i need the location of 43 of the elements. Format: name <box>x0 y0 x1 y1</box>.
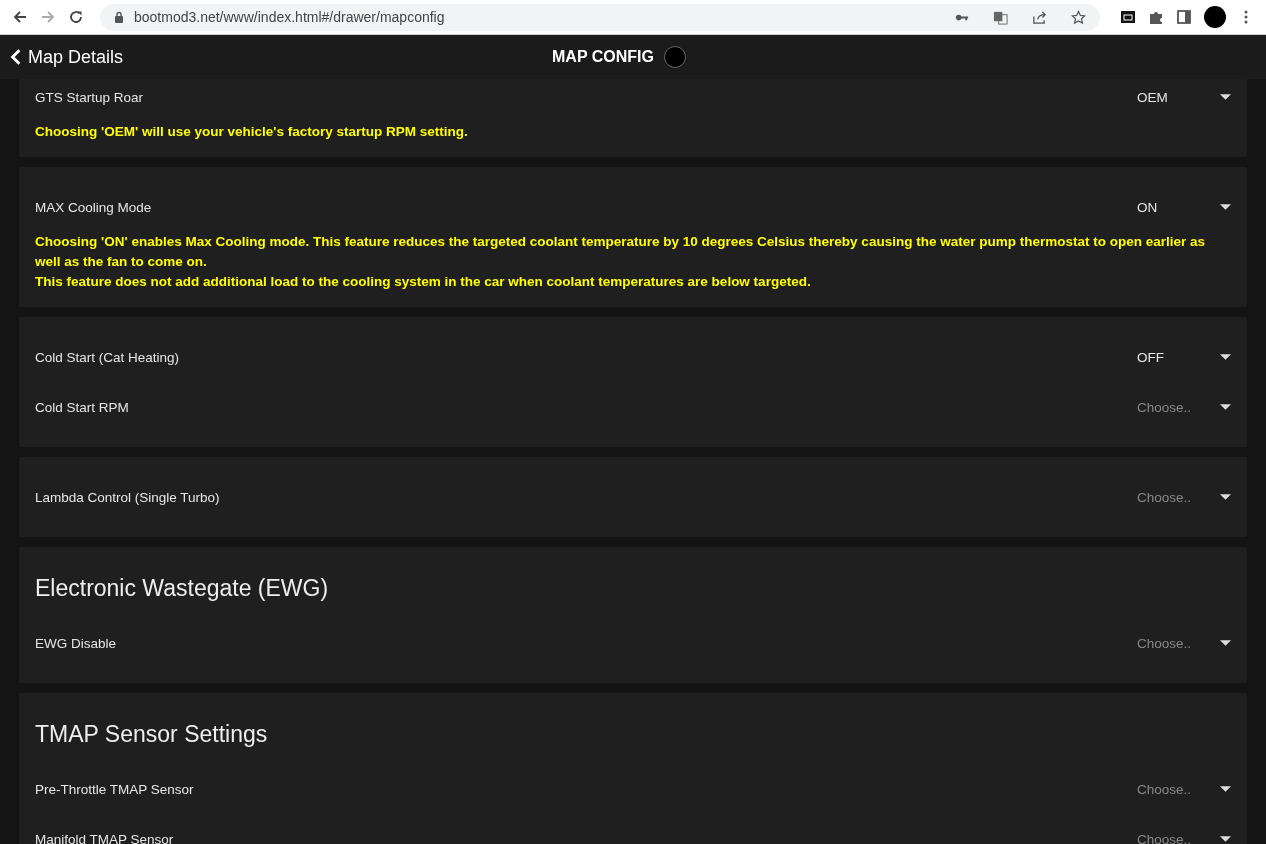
puzzle-icon[interactable] <box>1148 9 1164 25</box>
star-icon[interactable] <box>1071 9 1086 25</box>
side-panel-icon[interactable] <box>1176 9 1192 25</box>
setting-label: Lambda Control (Single Turbo) <box>35 489 220 505</box>
logo-icon <box>663 46 686 68</box>
dropdown[interactable]: Choose.. <box>1137 831 1231 844</box>
back-button[interactable]: Map Details <box>0 46 124 68</box>
note-text: Choosing 'OEM' will use your vehicle's factory startup RPM setting. <box>35 123 469 141</box>
dropdown[interactable]: OEM <box>1137 89 1231 105</box>
caret-icon <box>1220 204 1231 210</box>
note-text: Choosing 'ON' enables Max Cooling mode. This feature reduces the targeted coolant temperature by 10 degrees Celsius thereby causing the water pump thermostat to open earlier as well as the fan to come on. <box>35 233 1206 271</box>
setting-label: Manifold TMAP Sensor <box>35 831 174 844</box>
section-heading: TMAP Sensor Settings <box>35 720 269 749</box>
lock-icon <box>114 11 124 23</box>
setting-label: Cold Start (Cat Heating) <box>35 349 180 365</box>
dropdown[interactable]: OFF <box>1137 349 1231 365</box>
caret-icon <box>1220 494 1231 500</box>
caret-icon <box>1220 640 1231 646</box>
url-text: bootmod3.net/www/index.html#/drawer/mapconfig <box>134 9 445 25</box>
caret-icon <box>1220 354 1231 360</box>
setting-label: MAX Cooling Mode <box>35 199 152 215</box>
page-title: MAP CONFIG <box>552 48 654 66</box>
caret-icon <box>1220 94 1231 100</box>
reload-icon[interactable] <box>68 9 84 25</box>
section-heading: Electronic Wastegate (EWG) <box>35 574 330 603</box>
note-text: This feature does not add additional load to the cooling system in the car when coolant temperatures are below targeted. <box>35 273 812 291</box>
setting-label: Cold Start RPM <box>35 399 129 415</box>
dropdown[interactable]: Choose.. <box>1137 489 1231 505</box>
setting-label: GTS Startup Roar <box>35 89 144 105</box>
setting-label: Pre-Throttle TMAP Sensor <box>35 781 194 797</box>
back-arrow-icon[interactable] <box>12 9 28 25</box>
caret-icon <box>1220 786 1231 792</box>
caret-icon <box>1220 404 1231 410</box>
address-bar[interactable]: bootmod3.net/www/index.html#/drawer/mapconfig <box>100 3 1100 31</box>
share-icon[interactable] <box>1032 9 1047 25</box>
profile-avatar[interactable] <box>1204 6 1226 28</box>
caret-icon <box>1220 836 1231 842</box>
chevron-left-icon <box>10 48 22 66</box>
dropdown[interactable]: Choose.. <box>1137 781 1231 797</box>
dropdown[interactable]: ON <box>1137 199 1231 215</box>
dropdown[interactable]: Choose.. <box>1137 635 1231 651</box>
dropdown[interactable]: Choose.. <box>1137 399 1231 415</box>
setting-label: EWG Disable <box>35 635 117 651</box>
